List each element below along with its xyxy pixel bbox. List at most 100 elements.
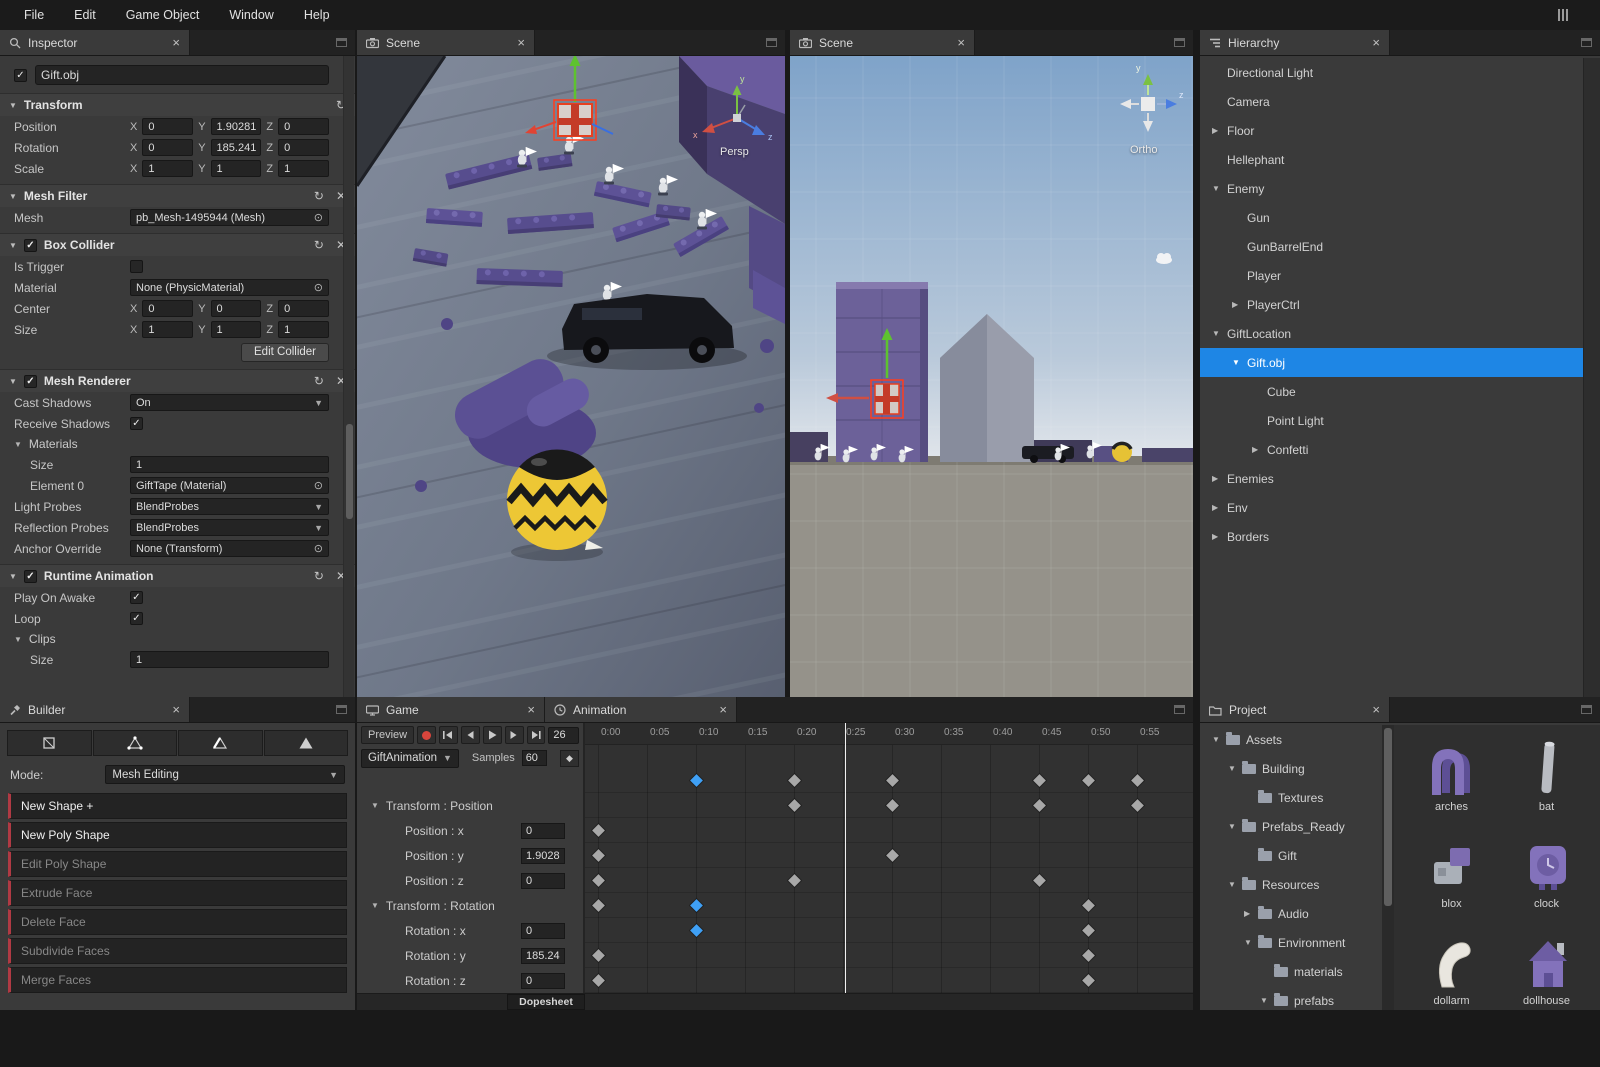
scene-viewport-ortho[interactable]: y z Ortho bbox=[790, 56, 1193, 697]
keyframe-diamond[interactable] bbox=[1081, 774, 1095, 787]
hierarchy-item-borders[interactable]: ▶ Borders bbox=[1200, 522, 1583, 551]
preview-toggle-button[interactable]: Preview bbox=[361, 726, 415, 744]
tab-inspector[interactable]: Inspector × bbox=[0, 30, 190, 55]
menu-help[interactable]: Help bbox=[304, 8, 330, 22]
menu-file[interactable]: File bbox=[24, 8, 44, 22]
clips-foldout[interactable]: ▼ Clips bbox=[0, 629, 355, 649]
maximize-icon[interactable] bbox=[336, 705, 347, 714]
close-icon[interactable]: × bbox=[172, 703, 180, 716]
keyframe-diamond[interactable] bbox=[591, 899, 605, 912]
reset-icon[interactable]: ↻ bbox=[314, 189, 324, 203]
keyframe-diamond[interactable] bbox=[787, 799, 801, 812]
tab-scene-2[interactable]: Scene × bbox=[790, 30, 975, 55]
new-shape-button[interactable]: New Shape + bbox=[8, 793, 347, 819]
close-icon[interactable]: × bbox=[719, 703, 727, 716]
keyframe-diamond[interactable] bbox=[885, 849, 899, 862]
transform-section-header[interactable]: ▼ Transform ↻ bbox=[0, 93, 355, 116]
center-x-field[interactable]: 0 bbox=[142, 300, 194, 317]
component-enabled-checkbox[interactable]: ✓ bbox=[23, 238, 37, 252]
scale-z-field[interactable]: 1 bbox=[278, 160, 329, 177]
keyframe-diamond[interactable] bbox=[591, 949, 605, 962]
hierarchy-item-cube[interactable]: Cube bbox=[1200, 377, 1583, 406]
position-y-field[interactable]: 1.90281 bbox=[210, 118, 262, 135]
expand-arrow-icon[interactable]: ▼ bbox=[1228, 822, 1242, 831]
merge-faces-button[interactable]: Merge Faces bbox=[8, 967, 347, 993]
hierarchy-item-directional-light[interactable]: Directional Light bbox=[1200, 58, 1583, 87]
project-tree-scrollbar[interactable] bbox=[1382, 725, 1394, 1010]
expand-arrow-icon[interactable]: ▶ bbox=[1212, 126, 1227, 135]
timeline-track-row[interactable] bbox=[585, 793, 1193, 818]
rotation-y-field[interactable]: 185.241 bbox=[210, 139, 262, 156]
hierarchy-item-confetti[interactable]: ▶ Confetti bbox=[1200, 435, 1583, 464]
tree-item-environment[interactable]: ▼ Environment bbox=[1200, 928, 1382, 957]
expand-arrow-icon[interactable]: ▼ bbox=[1212, 184, 1227, 193]
maximize-icon[interactable] bbox=[336, 38, 347, 47]
size-y-field[interactable]: 1 bbox=[210, 321, 262, 338]
keyframe-diamond[interactable] bbox=[1032, 799, 1046, 812]
timeline-track-row[interactable] bbox=[585, 918, 1193, 943]
property-value-field[interactable]: 185.24 bbox=[521, 947, 565, 964]
asset-tile-arches[interactable]: arches bbox=[1408, 731, 1495, 828]
maximize-icon[interactable] bbox=[1581, 705, 1592, 714]
close-icon[interactable]: × bbox=[1372, 36, 1380, 49]
scene-viewport-persp[interactable]: y x z Persp bbox=[357, 56, 785, 697]
subdivide-faces-button[interactable]: Subdivide Faces bbox=[8, 938, 347, 964]
hierarchy-item-gunbarrelend[interactable]: GunBarrelEnd bbox=[1200, 232, 1583, 261]
keyframe-diamond[interactable] bbox=[1081, 974, 1095, 987]
tab-animation[interactable]: Animation × bbox=[545, 697, 737, 722]
keyframe-diamond[interactable] bbox=[689, 899, 703, 912]
maximize-icon[interactable] bbox=[1581, 38, 1592, 47]
hierarchy-item-enemies[interactable]: ▶ Enemies bbox=[1200, 464, 1583, 493]
keyframe-diamond[interactable] bbox=[1130, 774, 1144, 787]
play-on-awake-checkbox[interactable]: ✓ bbox=[130, 591, 143, 604]
expand-arrow-icon[interactable]: ▶ bbox=[1212, 503, 1227, 512]
keyframe-diamond[interactable] bbox=[1081, 949, 1095, 962]
object-picker-icon[interactable]: ⊙ bbox=[314, 542, 323, 555]
mesh-field[interactable]: pb_Mesh-1495944 (Mesh) ⊙ bbox=[130, 209, 329, 226]
timeline-track-row[interactable] bbox=[585, 893, 1193, 918]
maximize-icon[interactable] bbox=[1174, 705, 1185, 714]
record-button[interactable] bbox=[417, 726, 436, 744]
foldout-icon[interactable]: ▼ bbox=[9, 101, 17, 110]
hierarchy-item-giftlocation[interactable]: ▼ GiftLocation bbox=[1200, 319, 1583, 348]
property-row[interactable]: Rotation : z 0 bbox=[357, 968, 583, 993]
box-collider-section-header[interactable]: ▼ ✓ Box Collider ↻ ✕ bbox=[0, 233, 355, 256]
persp-gizmo-label[interactable]: Persp bbox=[720, 146, 749, 158]
object-name-field[interactable]: Gift.obj bbox=[35, 65, 329, 85]
hierarchy-item-env[interactable]: ▶ Env bbox=[1200, 493, 1583, 522]
close-icon[interactable]: × bbox=[1372, 703, 1380, 716]
component-enabled-checkbox[interactable]: ✓ bbox=[23, 569, 37, 583]
tree-item-prefabs-ready[interactable]: ▼ Prefabs_Ready bbox=[1200, 812, 1382, 841]
keyframe-diamond[interactable] bbox=[787, 774, 801, 787]
object-picker-icon[interactable]: ⊙ bbox=[314, 281, 323, 294]
reset-icon[interactable]: ↻ bbox=[314, 238, 324, 252]
hierarchy-item-camera[interactable]: Camera bbox=[1200, 87, 1583, 116]
keyframe-diamond[interactable] bbox=[591, 824, 605, 837]
expand-arrow-icon[interactable]: ▼ bbox=[1212, 735, 1226, 744]
cast-shadows-dropdown[interactable]: On ▼ bbox=[130, 394, 329, 411]
window-controls-icon[interactable] bbox=[1558, 9, 1572, 21]
tree-item-materials[interactable]: materials bbox=[1200, 957, 1382, 986]
inspector-scrollbar[interactable] bbox=[343, 56, 354, 697]
rotation-x-field[interactable]: 0 bbox=[142, 139, 194, 156]
size-z-field[interactable]: 1 bbox=[278, 321, 329, 338]
keyframe-diamond[interactable] bbox=[591, 974, 605, 987]
extrude-face-button[interactable]: Extrude Face bbox=[8, 880, 347, 906]
keyframe-diamond[interactable] bbox=[1032, 774, 1046, 787]
reflection-probes-dropdown[interactable]: BlendProbes ▼ bbox=[130, 519, 329, 536]
property-value-field[interactable]: 0 bbox=[521, 922, 565, 939]
timeline-track-row[interactable] bbox=[585, 968, 1193, 993]
position-x-field[interactable]: 0 bbox=[142, 118, 194, 135]
ortho-gizmo-label[interactable]: Ortho bbox=[1130, 144, 1158, 156]
material-field[interactable]: None (PhysicMaterial) ⊙ bbox=[130, 279, 329, 296]
element0-field[interactable]: GiftTape (Material) ⊙ bbox=[130, 477, 329, 494]
anchor-override-field[interactable]: None (Transform) ⊙ bbox=[130, 540, 329, 557]
tree-item-resources[interactable]: ▼ Resources bbox=[1200, 870, 1382, 899]
maximize-icon[interactable] bbox=[766, 38, 777, 47]
tab-builder[interactable]: Builder × bbox=[0, 697, 190, 722]
keyframe-diamond[interactable] bbox=[1130, 799, 1144, 812]
keyframe-diamond[interactable] bbox=[1081, 899, 1095, 912]
clip-dropdown[interactable]: GiftAnimation ▼ bbox=[361, 748, 459, 768]
edit-collider-button[interactable]: Edit Collider bbox=[241, 342, 329, 362]
object-picker-icon[interactable]: ⊙ bbox=[314, 211, 323, 224]
